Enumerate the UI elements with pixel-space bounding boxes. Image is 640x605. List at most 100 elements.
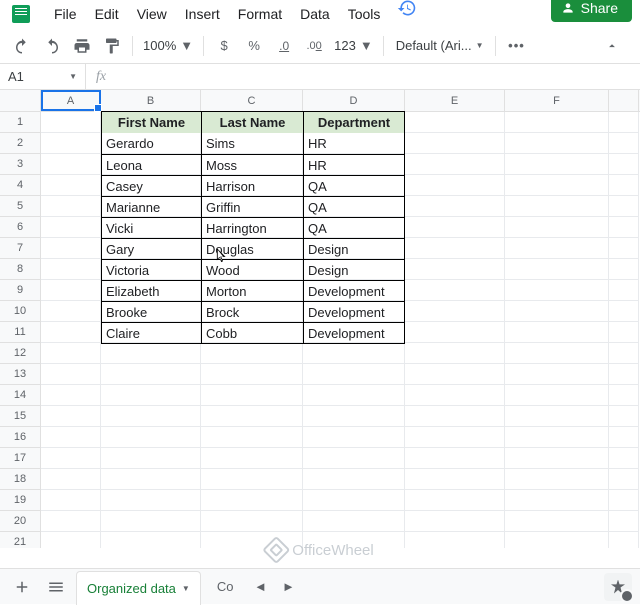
cell[interactable] bbox=[101, 490, 201, 511]
table-cell[interactable]: Gary bbox=[102, 238, 202, 259]
history-button[interactable] bbox=[392, 0, 422, 23]
cell[interactable] bbox=[41, 427, 101, 448]
row-header[interactable]: 14 bbox=[0, 385, 41, 406]
cell[interactable] bbox=[201, 364, 303, 385]
col-header-C[interactable]: C bbox=[201, 90, 303, 111]
menu-view[interactable]: View bbox=[129, 2, 175, 26]
col-header-B[interactable]: B bbox=[101, 90, 201, 111]
format-currency-button[interactable]: $ bbox=[210, 32, 238, 60]
table-cell[interactable]: Sims bbox=[202, 133, 304, 154]
table-cell[interactable]: Casey bbox=[102, 175, 202, 196]
cell[interactable] bbox=[405, 511, 505, 532]
cell[interactable] bbox=[405, 364, 505, 385]
col-header-partial[interactable] bbox=[609, 90, 639, 111]
cell[interactable] bbox=[505, 385, 609, 406]
menu-edit[interactable]: Edit bbox=[87, 2, 127, 26]
cell[interactable] bbox=[405, 154, 505, 175]
cell[interactable] bbox=[201, 406, 303, 427]
cell[interactable] bbox=[405, 448, 505, 469]
cell[interactable] bbox=[405, 301, 505, 322]
cell[interactable] bbox=[101, 532, 201, 548]
cell[interactable] bbox=[505, 196, 609, 217]
number-format-select[interactable]: 123▼ bbox=[330, 38, 377, 53]
table-cell[interactable]: Development bbox=[304, 280, 404, 301]
cell[interactable] bbox=[405, 322, 505, 343]
table-cell[interactable]: Morton bbox=[202, 280, 304, 301]
table-cell[interactable]: HR bbox=[304, 154, 404, 175]
table-header[interactable]: First Name bbox=[102, 112, 202, 133]
cell[interactable] bbox=[505, 406, 609, 427]
cell[interactable] bbox=[505, 343, 609, 364]
cell[interactable] bbox=[41, 154, 101, 175]
cell[interactable] bbox=[101, 448, 201, 469]
cell[interactable] bbox=[609, 217, 639, 238]
cell[interactable] bbox=[505, 238, 609, 259]
cell[interactable] bbox=[41, 301, 101, 322]
cell[interactable] bbox=[201, 427, 303, 448]
cell[interactable] bbox=[101, 364, 201, 385]
cell[interactable] bbox=[609, 343, 639, 364]
cell[interactable] bbox=[505, 259, 609, 280]
row-header[interactable]: 21 bbox=[0, 532, 41, 548]
row-header[interactable]: 2 bbox=[0, 133, 41, 154]
cell[interactable] bbox=[303, 511, 405, 532]
cell[interactable] bbox=[609, 322, 639, 343]
format-percent-button[interactable]: % bbox=[240, 32, 268, 60]
table-cell[interactable]: Leona bbox=[102, 154, 202, 175]
cell[interactable] bbox=[101, 385, 201, 406]
cell[interactable] bbox=[41, 448, 101, 469]
row-header[interactable]: 10 bbox=[0, 301, 41, 322]
cell[interactable] bbox=[101, 427, 201, 448]
add-sheet-button[interactable] bbox=[8, 573, 36, 601]
table-cell[interactable]: Douglas bbox=[202, 238, 304, 259]
col-header-F[interactable]: F bbox=[505, 90, 609, 111]
table-cell[interactable]: Development bbox=[304, 322, 404, 343]
table-cell[interactable]: Design bbox=[304, 238, 404, 259]
cell[interactable] bbox=[505, 280, 609, 301]
cell[interactable] bbox=[41, 259, 101, 280]
cell[interactable] bbox=[405, 259, 505, 280]
formula-bar[interactable] bbox=[116, 64, 640, 89]
cell[interactable] bbox=[41, 133, 101, 154]
sheet-nav-next[interactable]: ► bbox=[277, 576, 299, 598]
cell[interactable] bbox=[101, 469, 201, 490]
table-cell[interactable]: Harrison bbox=[202, 175, 304, 196]
cell[interactable] bbox=[405, 217, 505, 238]
cell[interactable] bbox=[609, 301, 639, 322]
table-cell[interactable]: Moss bbox=[202, 154, 304, 175]
cell[interactable] bbox=[303, 469, 405, 490]
cell[interactable] bbox=[505, 112, 609, 133]
cell[interactable] bbox=[609, 532, 639, 548]
cell[interactable] bbox=[201, 490, 303, 511]
cell[interactable] bbox=[505, 175, 609, 196]
cell[interactable] bbox=[101, 511, 201, 532]
share-button[interactable]: Share bbox=[551, 0, 632, 22]
cell[interactable] bbox=[201, 385, 303, 406]
increase-decimal-button[interactable]: .00 bbox=[300, 32, 328, 60]
cell[interactable] bbox=[609, 364, 639, 385]
cell[interactable] bbox=[609, 490, 639, 511]
table-cell[interactable]: Design bbox=[304, 259, 404, 280]
cell[interactable] bbox=[609, 280, 639, 301]
cell[interactable] bbox=[303, 343, 405, 364]
row-header[interactable]: 19 bbox=[0, 490, 41, 511]
cell[interactable] bbox=[41, 406, 101, 427]
cell[interactable] bbox=[405, 406, 505, 427]
menu-data[interactable]: Data bbox=[292, 2, 338, 26]
cell[interactable] bbox=[201, 511, 303, 532]
table-cell[interactable]: Griffin bbox=[202, 196, 304, 217]
table-cell[interactable]: QA bbox=[304, 196, 404, 217]
cell[interactable] bbox=[505, 217, 609, 238]
cell[interactable] bbox=[609, 133, 639, 154]
cell[interactable] bbox=[41, 532, 101, 548]
cell[interactable] bbox=[505, 469, 609, 490]
undo-button[interactable] bbox=[8, 32, 36, 60]
decrease-decimal-button[interactable]: .0 bbox=[270, 32, 298, 60]
cell[interactable] bbox=[303, 490, 405, 511]
font-select[interactable]: Default (Ari...▼ bbox=[390, 38, 490, 53]
cell[interactable] bbox=[609, 427, 639, 448]
table-header[interactable]: Department bbox=[304, 112, 404, 133]
cell[interactable] bbox=[41, 217, 101, 238]
table-cell[interactable]: Marianne bbox=[102, 196, 202, 217]
table-cell[interactable]: Elizabeth bbox=[102, 280, 202, 301]
